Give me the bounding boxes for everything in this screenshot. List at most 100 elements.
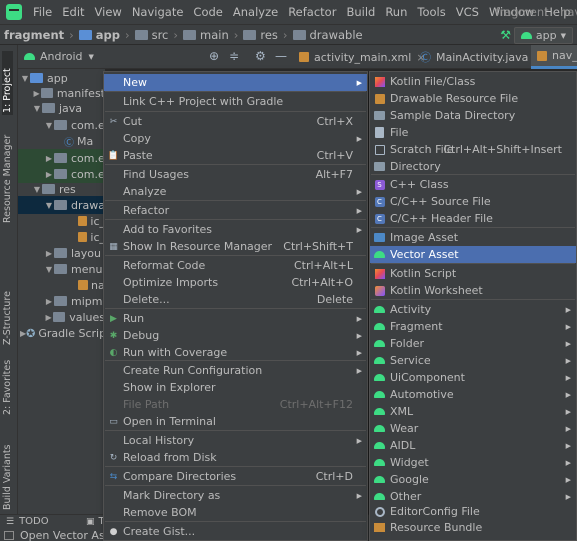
new-submenu-item-service[interactable]: Service ▶ xyxy=(370,352,576,369)
breadcrumb-app[interactable]: app › xyxy=(78,28,135,42)
tab-nav[interactable]: nav_b xyxy=(531,45,577,69)
locate-icon[interactable]: ⊕ xyxy=(209,49,219,63)
tool-window-favorites[interactable]: 2: Favorites xyxy=(2,349,13,415)
new-submenu-item-c-class[interactable]: S C++ Class xyxy=(370,176,576,193)
new-submenu-item-folder[interactable]: Folder ▶ xyxy=(370,335,576,352)
new-submenu-item-kotlin-script[interactable]: Kotlin Script xyxy=(370,265,576,282)
new-submenu-item-automotive[interactable]: Automotive ▶ xyxy=(370,386,576,403)
context-menu-item-new[interactable]: New ▶ xyxy=(104,74,367,91)
new-submenu-item-scratch-file[interactable]: Scratch File Ctrl+Alt+Shift+Insert xyxy=(370,141,576,158)
tab-mainactivity-java[interactable]: ⒸMainActivity.java× xyxy=(414,45,549,69)
menu-item-label: C/C++ Source File xyxy=(390,195,491,208)
terminal-icon: ▣ xyxy=(86,516,95,527)
context-menu-item-open-in-terminal[interactable]: ▭ Open in Terminal xyxy=(104,413,367,430)
context-menu-item-link-c-project-with-gradle[interactable]: Link C++ Project with Gradle xyxy=(104,93,367,110)
new-submenu-item-kotlin-worksheet[interactable]: Kotlin Worksheet xyxy=(370,282,576,299)
new-submenu-item-kotlin-file-class[interactable]: Kotlin File/Class xyxy=(370,73,576,90)
new-submenu-item-aidl[interactable]: AIDL ▶ xyxy=(370,437,576,454)
context-menu-item-mark-directory-as[interactable]: Mark Directory as ▶ xyxy=(104,487,367,504)
shortcut-label: Delete xyxy=(316,293,353,306)
submenu-arrow-icon: ▶ xyxy=(356,134,362,143)
new-submenu-item-vector-asset[interactable]: Vector Asset xyxy=(370,246,576,263)
context-menu-item-local-history[interactable]: Local History ▶ xyxy=(104,432,367,449)
new-submenu-item-widget[interactable]: Widget ▶ xyxy=(370,454,576,471)
tree-item-java[interactable]: ▼ java xyxy=(18,99,105,117)
collapse-icon[interactable]: ≑ xyxy=(229,49,239,63)
menu-tools[interactable]: Tools xyxy=(412,5,450,19)
menu-refactor[interactable]: Refactor xyxy=(283,5,341,19)
context-menu-item-show-in-explorer[interactable]: Show in Explorer xyxy=(104,379,367,396)
menu-vcs[interactable]: VCS xyxy=(451,5,484,19)
hide-icon[interactable]: — xyxy=(275,49,287,63)
new-submenu-item-c-c-source-file[interactable]: C C/C++ Source File xyxy=(370,193,576,210)
context-menu-item-compare-directories[interactable]: ⇆ Compare Directories Ctrl+D xyxy=(104,468,367,485)
context-menu-item-debug[interactable]: ✱ Debug ▶ xyxy=(104,327,367,344)
run-config-label: app xyxy=(535,29,557,42)
menu-run[interactable]: Run xyxy=(380,5,412,19)
tree-item-mainactivity[interactable]: Ⓒ Ma xyxy=(18,132,105,150)
new-submenu-item-xml[interactable]: XML ▶ xyxy=(370,403,576,420)
new-submenu-item-directory[interactable]: Directory xyxy=(370,158,576,175)
class-icon: Ⓒ xyxy=(420,51,431,64)
breadcrumb-src[interactable]: src › xyxy=(134,28,183,42)
breadcrumb-res[interactable]: res › xyxy=(243,28,292,42)
menu-file[interactable]: File xyxy=(28,5,57,19)
menu-view[interactable]: View xyxy=(90,5,127,19)
tab-activity-main-xml[interactable]: activity_main.xml × xyxy=(293,45,432,69)
menu-item-label: Kotlin Worksheet xyxy=(390,284,483,297)
new-submenu-item-resource-bundle[interactable]: Resource Bundle xyxy=(370,519,576,536)
context-menu-item-optimize-imports[interactable]: Optimize Imports Ctrl+Alt+O xyxy=(104,274,367,291)
context-menu-item-reformat-code[interactable]: Reformat Code Ctrl+Alt+L xyxy=(104,257,367,274)
tool-window-project[interactable]: 1: Project xyxy=(2,51,13,115)
context-menu-item-show-in-resource-manager[interactable]: ▦ Show In Resource Manager Ctrl+Shift+T xyxy=(104,238,367,255)
submenu-arrow-icon: ▶ xyxy=(356,225,362,234)
context-menu-item-paste[interactable]: 📋 Paste Ctrl+V xyxy=(104,147,367,164)
shortcut-label: Ctrl+Shift+T xyxy=(283,240,353,253)
tree-item-gradle-scripts[interactable]: ▶ ✪ Gradle Scrip xyxy=(18,324,105,342)
menu-code[interactable]: Code xyxy=(188,5,227,19)
context-menu-item-cut[interactable]: ✂ Cut Ctrl+X xyxy=(104,113,367,130)
new-submenu-item-fragment[interactable]: Fragment ▶ xyxy=(370,318,576,335)
tool-window-resource-manager[interactable]: Resource Manager xyxy=(2,123,13,223)
context-menu-item-analyze[interactable]: Analyze ▶ xyxy=(104,183,367,200)
context-menu-item-create-run-configuration[interactable]: Create Run Configuration ▶ xyxy=(104,362,367,379)
new-submenu-item-sample-data-directory[interactable]: Sample Data Directory xyxy=(370,107,576,124)
breadcrumb-fragment[interactable]: fragment › xyxy=(4,28,79,42)
menu-separator xyxy=(371,299,575,300)
context-menu: New ▶ Link C++ Project with Gradle ✂ Cut Ctrl… xyxy=(103,71,368,541)
new-submenu-item-wear[interactable]: Wear ▶ xyxy=(370,420,576,437)
folder-icon xyxy=(374,161,385,172)
context-menu-item-remove-bom[interactable]: Remove BOM xyxy=(104,504,367,521)
context-menu-item-create-gist[interactable]: ● Create Gist... xyxy=(104,523,367,540)
tool-window-todo[interactable]: ☰ TODO xyxy=(6,515,49,528)
run-config-select[interactable]: app ▼ xyxy=(513,27,573,44)
context-menu-item-find-usages[interactable]: Find Usages Alt+F7 xyxy=(104,166,367,183)
project-view-selector[interactable]: Android ▼ xyxy=(18,45,105,69)
context-menu-item-delete[interactable]: Delete... Delete xyxy=(104,291,367,308)
context-menu-item-refactor[interactable]: Refactor ▶ xyxy=(104,202,367,219)
breadcrumb-main[interactable]: main › xyxy=(183,28,243,42)
breadcrumb-drawable[interactable]: drawable xyxy=(292,28,363,42)
new-submenu-item-file[interactable]: File xyxy=(370,124,576,141)
context-menu-item-run[interactable]: ▶ Run ▶ xyxy=(104,310,367,327)
new-submenu-item-activity[interactable]: Activity ▶ xyxy=(370,301,576,318)
context-menu-item-copy[interactable]: Copy ▶ xyxy=(104,130,367,147)
context-menu-item-run-with-coverage[interactable]: ◐ Run with Coverage ▶ xyxy=(104,344,367,361)
new-submenu-item-editorconfig-file[interactable]: EditorConfig File xyxy=(370,503,576,520)
hammer-icon[interactable]: ⚒ xyxy=(500,28,511,42)
context-menu-item-add-to-favorites[interactable]: Add to Favorites ▶ xyxy=(104,221,367,238)
new-submenu-item-uicomponent[interactable]: UiComponent ▶ xyxy=(370,369,576,386)
tool-window-build-variants[interactable]: Build Variants xyxy=(2,430,13,510)
context-menu-item-reload-from-disk[interactable]: ↻ Reload from Disk xyxy=(104,449,367,466)
menu-edit[interactable]: Edit xyxy=(57,5,89,19)
new-submenu-item-c-c-header-file[interactable]: C C/C++ Header File xyxy=(370,210,576,227)
new-submenu-item-image-asset[interactable]: Image Asset xyxy=(370,229,576,246)
menu-analyze[interactable]: Analyze xyxy=(228,5,283,19)
menu-navigate[interactable]: Navigate xyxy=(127,5,189,19)
new-submenu-item-google[interactable]: Google ▶ xyxy=(370,471,576,488)
gear-icon[interactable]: ⚙ xyxy=(255,49,266,63)
tool-window-structure[interactable]: Z-Structure xyxy=(2,273,13,345)
new-submenu-item-drawable-resource-file[interactable]: Drawable Resource File xyxy=(370,90,576,107)
menu-item-label: Wear xyxy=(390,422,419,435)
menu-build[interactable]: Build xyxy=(341,5,380,19)
